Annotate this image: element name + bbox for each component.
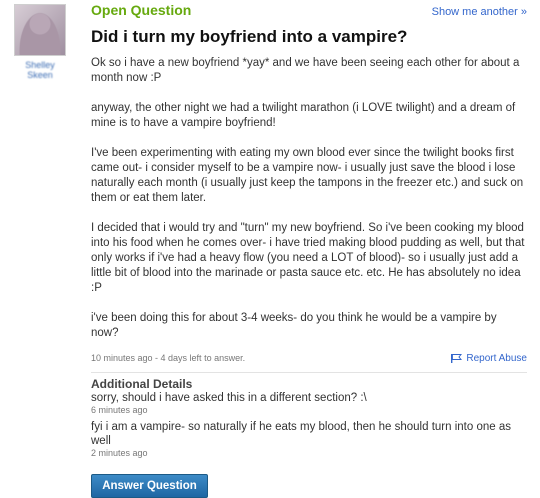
avatar[interactable] (14, 4, 66, 56)
question-panel: Open Question Show me another » Did i tu… (91, 0, 527, 498)
report-abuse-label[interactable]: Report Abuse (466, 353, 527, 364)
flag-icon (451, 353, 463, 363)
question-paragraph: Ok so i have a new boyfriend *yay* and w… (91, 57, 520, 84)
question-paragraph: I've been experimenting with eating my o… (91, 147, 524, 204)
author-name[interactable]: Shelley Skeen (14, 60, 66, 80)
question-header: Open Question Show me another » (91, 0, 527, 22)
additional-detail-text: sorry, should i have asked this in a dif… (91, 392, 367, 404)
status-label: Open Question (91, 2, 192, 18)
additional-details-heading: Additional Details (91, 377, 193, 391)
report-abuse-link[interactable]: Report Abuse (451, 353, 527, 364)
author-column: Shelley Skeen (14, 4, 66, 80)
answer-question-button[interactable]: Answer Question (91, 474, 208, 498)
divider (91, 372, 527, 373)
question-timestamp: 10 minutes ago - 4 days left to answer. (91, 353, 246, 363)
question-paragraph: i've been doing this for about 3-4 weeks… (91, 312, 497, 339)
question-title: Did i turn my boyfriend into a vampire? (91, 27, 408, 46)
question-meta-row: 10 minutes ago - 4 days left to answer. … (91, 350, 527, 366)
additional-detail-text: fyi i am a vampire- so naturally if he e… (91, 421, 511, 447)
show-another-link[interactable]: Show me another » (432, 6, 527, 18)
question-paragraph: anyway, the other night we had a twiligh… (91, 102, 516, 129)
additional-detail-time: 6 minutes ago (91, 405, 148, 415)
question-paragraph: I decided that i would try and "turn" my… (91, 222, 525, 294)
